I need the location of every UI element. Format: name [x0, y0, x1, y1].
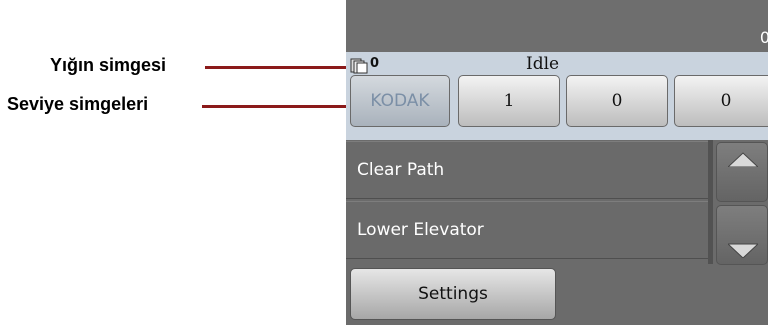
scroll-up-button[interactable] — [716, 142, 768, 202]
top-bar — [346, 0, 768, 52]
page-counter: 0 — [759, 28, 768, 47]
arrow-up-icon — [728, 152, 758, 167]
scanner-panel: 0 0 Idle KODAK 1 0 0 Clear Path Lower El… — [346, 0, 768, 325]
stack-count: 0 — [370, 56, 380, 71]
level-button-2[interactable]: 0 — [566, 75, 668, 127]
scroll-divider — [708, 140, 713, 264]
level-callout-leader — [202, 105, 350, 108]
menu-item-clear-path[interactable]: Clear Path — [346, 141, 708, 199]
stack-icon — [350, 58, 368, 74]
level-icons-callout: Seviye simgeleri — [7, 94, 149, 114]
level-button-kodak[interactable]: KODAK — [350, 75, 450, 127]
stack-callout-leader — [205, 66, 348, 69]
level-button-1[interactable]: 1 — [458, 75, 560, 127]
level-button-3[interactable]: 0 — [674, 75, 768, 127]
arrow-down-icon — [728, 243, 758, 258]
stack-icon-callout: Yığın simgesi — [50, 55, 167, 75]
settings-button[interactable]: Settings — [350, 268, 556, 320]
scroll-down-button[interactable] — [716, 205, 768, 265]
menu-item-lower-elevator[interactable]: Lower Elevator — [346, 201, 708, 259]
status-text: Idle — [526, 54, 560, 74]
